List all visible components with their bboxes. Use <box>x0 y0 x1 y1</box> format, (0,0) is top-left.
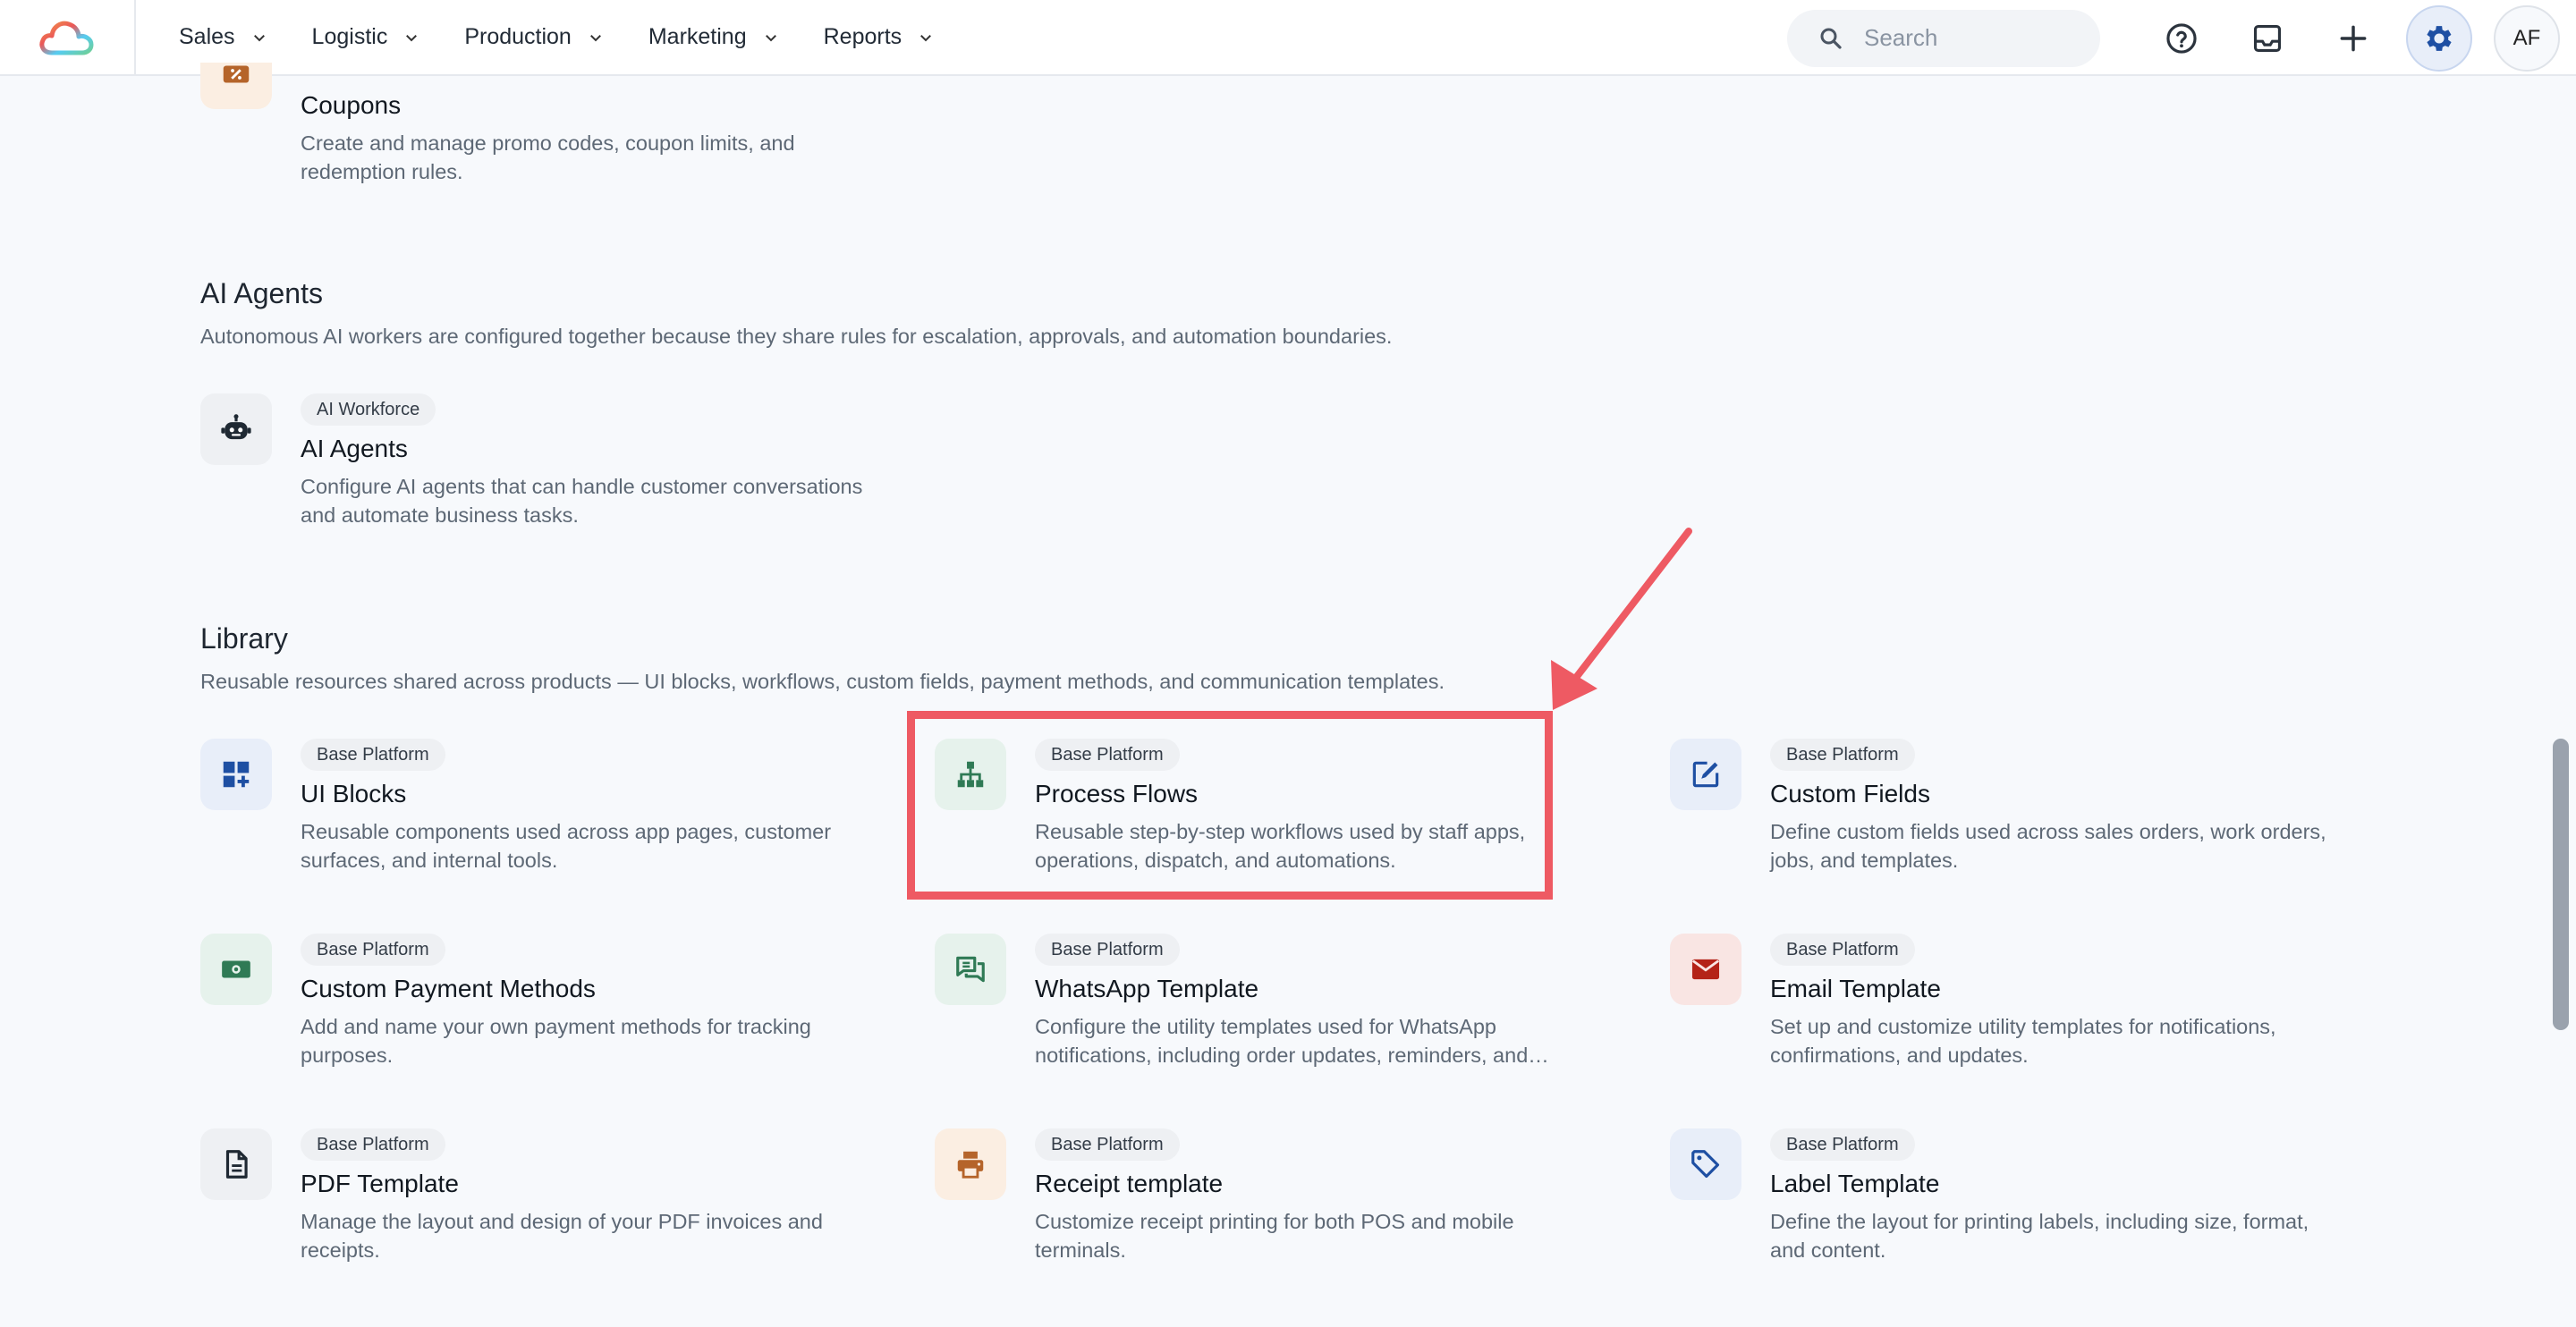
cash-icon <box>222 960 250 978</box>
card-process-flows[interactable]: Base Platform Process Flows Reusable ste… <box>935 739 1650 882</box>
gear-icon <box>2427 25 2452 51</box>
card-badge: Base Platform <box>1035 739 1180 771</box>
card-ui-blocks[interactable]: Base Platform UI Blocks Reusable compone… <box>200 739 916 882</box>
printer-icon <box>957 1151 984 1179</box>
card-icon-wrap <box>935 739 1006 810</box>
mail-icon <box>1691 959 1720 980</box>
card-badge: Base Platform <box>1770 1128 1915 1161</box>
app-logo[interactable] <box>0 0 136 75</box>
card-description: Add and name your own payment methods fo… <box>301 1015 811 1067</box>
settings-button[interactable] <box>2406 4 2472 72</box>
search-icon <box>1820 28 1842 49</box>
card-description: Configure AI agents that can handle cust… <box>301 475 863 527</box>
card-description: Define the layout for printing labels, i… <box>1770 1210 2309 1262</box>
card-description: Manage the layout and design of your PDF… <box>301 1210 823 1262</box>
card-badge: Base Platform <box>1035 1128 1180 1161</box>
card-description: Reusable step-by-step workflows used by … <box>1035 820 1526 872</box>
sitemap-icon <box>957 761 984 788</box>
card-icon-wrap <box>1670 739 1741 810</box>
card-title: Process Flows <box>1035 780 1199 807</box>
plus-icon <box>2340 25 2367 51</box>
scrollbar-thumb[interactable] <box>2553 739 2569 1030</box>
card-description: Set up and customize utility templates f… <box>1770 1015 2276 1067</box>
card-icon-wrap <box>935 934 1006 1005</box>
help-circle-icon <box>2166 22 2197 54</box>
card-description: Reusable components used across app page… <box>301 820 832 872</box>
card-title: PDF Template <box>301 1170 459 1197</box>
card-icon-wrap <box>200 934 272 1005</box>
cloud-logo-icon <box>39 21 94 55</box>
robot-icon <box>221 414 251 440</box>
section-desc-library: Reusable resources shared across product… <box>200 670 1445 693</box>
card-description: Define custom fields used across sales o… <box>1770 820 2326 872</box>
document-icon <box>225 1150 248 1179</box>
edit-square-icon <box>1692 761 1719 788</box>
section-desc-ai-agents: Autonomous AI workers are configured tog… <box>200 325 1393 348</box>
section-title-ai-agents: AI Agents <box>200 277 323 309</box>
inbox-button[interactable] <box>2234 5 2301 72</box>
chevron-down-icon <box>920 34 932 41</box>
topbar-actions: AF <box>1787 0 2576 76</box>
card-badge: Base Platform <box>301 739 445 771</box>
card-email-template[interactable]: Base Platform Email Template Set up and … <box>1670 934 2385 1077</box>
card-badge: Base Platform <box>301 1128 445 1161</box>
card-custom-fields[interactable]: Base Platform Custom Fields Define custo… <box>1670 739 2385 882</box>
inbox-icon <box>2253 24 2282 52</box>
card-badge: Base Platform <box>1770 934 1915 966</box>
card-whatsapp-template[interactable]: Base Platform WhatsApp Template Configur… <box>935 934 1650 1077</box>
card-badge: AI Workforce <box>301 393 436 426</box>
card-title: Custom Fields <box>1770 780 1930 807</box>
card-icon-wrap <box>200 739 272 810</box>
card-badge: Base Platform <box>301 934 445 966</box>
card-title: WhatsApp Template <box>1035 975 1259 1002</box>
card-badge: Base Platform <box>1770 739 1915 771</box>
card-title: Email Template <box>1770 975 1941 1002</box>
scrollbar-track[interactable] <box>2546 76 2576 1327</box>
ticket-percent-icon <box>223 65 250 83</box>
card-title: UI Blocks <box>301 780 407 807</box>
card-coupons-icon-wrap <box>200 63 272 109</box>
dashboard-add-icon <box>223 761 250 788</box>
add-button[interactable] <box>2320 5 2386 72</box>
help-button[interactable] <box>2148 5 2215 72</box>
card-icon-wrap <box>200 393 272 465</box>
user-avatar[interactable]: AF <box>2494 4 2560 72</box>
search-input[interactable] <box>1864 24 2079 52</box>
card-description: Configure the utility templates used for… <box>1035 1015 1549 1067</box>
card-receipt-template[interactable]: Base Platform Receipt template Customize… <box>935 1128 1650 1272</box>
card-description: Customize receipt printing for both POS … <box>1035 1210 1514 1262</box>
card-ai-agents[interactable]: AI Workforce AI Agents Configure AI agen… <box>200 393 916 537</box>
card-pdf-template[interactable]: Base Platform PDF Template Manage the la… <box>200 1128 916 1272</box>
card-description: Create and manage promo codes, coupon li… <box>301 131 795 183</box>
card-icon-wrap <box>200 1128 272 1200</box>
card-title: Custom Payment Methods <box>301 975 596 1002</box>
tag-icon <box>1691 1150 1720 1179</box>
card-title: Coupons <box>301 91 402 119</box>
card-icon-wrap <box>1670 934 1741 1005</box>
search-box[interactable] <box>1787 9 2100 67</box>
card-custom-payment-methods[interactable]: Base Platform Custom Payment Methods Add… <box>200 934 916 1077</box>
card-title: Receipt template <box>1035 1170 1224 1197</box>
card-coupons[interactable]: Coupons Create and manage promo codes, c… <box>200 38 916 190</box>
card-icon-wrap <box>935 1128 1006 1200</box>
card-badge: Base Platform <box>1035 934 1180 966</box>
card-title: AI Agents <box>301 435 408 462</box>
card-label-template[interactable]: Base Platform Label Template Define the … <box>1670 1128 2385 1272</box>
annotation-arrow-icon <box>1551 528 1692 710</box>
section-title-library: Library <box>200 622 288 655</box>
card-icon-wrap <box>1670 1128 1741 1200</box>
card-title: Label Template <box>1770 1170 1940 1197</box>
chat-bubbles-icon <box>956 956 985 983</box>
